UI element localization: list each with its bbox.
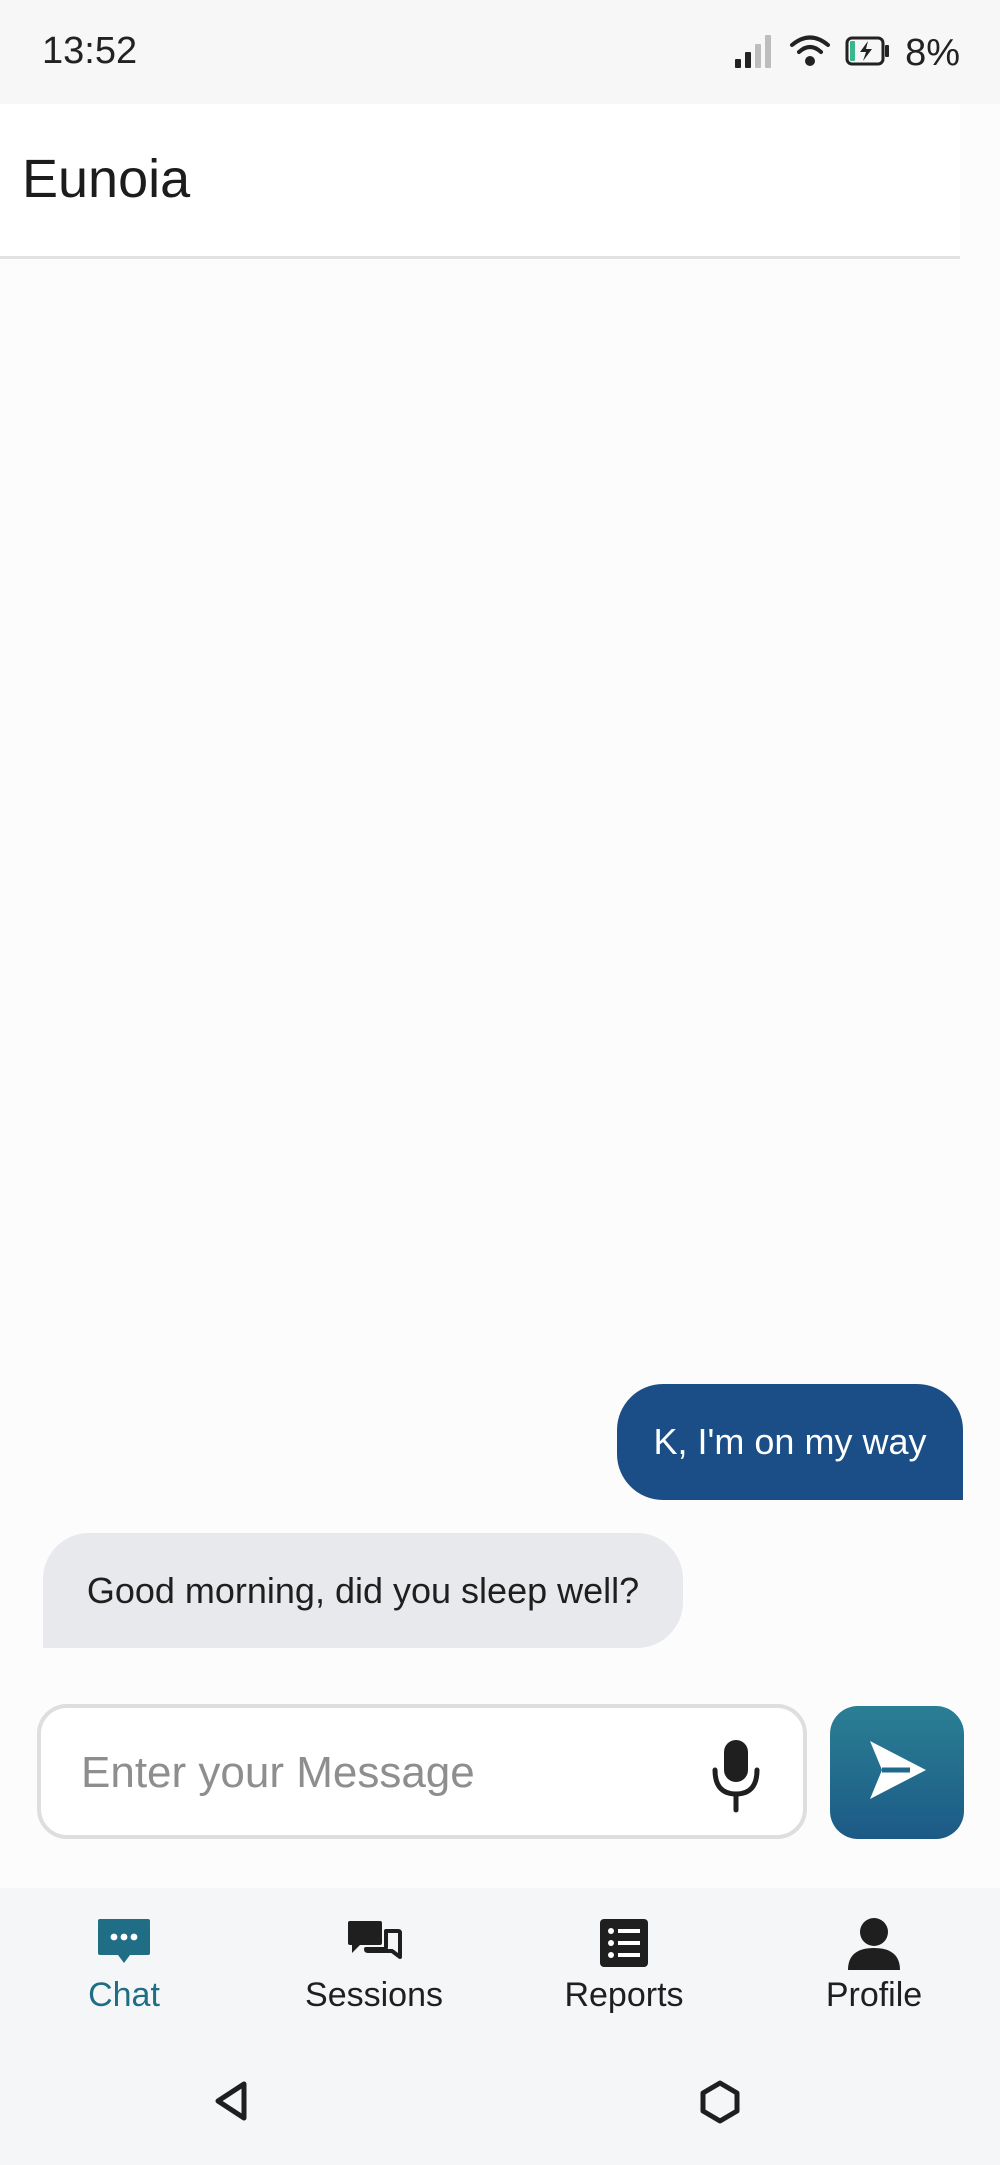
signal-icon: [733, 33, 775, 74]
nav-item-reports[interactable]: Reports: [524, 1914, 724, 2024]
message-text: Good morning, did you sleep well?: [86, 1569, 640, 1611]
status-bar: 13:52 8%: [0, 0, 1000, 104]
sessions-icon: [346, 1914, 402, 1972]
battery-percent: 8%: [905, 31, 960, 74]
message-bubble-received: Good morning, did you sleep well?: [43, 1533, 683, 1648]
send-button[interactable]: [830, 1706, 964, 1839]
message-input[interactable]: [79, 1740, 683, 1806]
profile-icon: [846, 1914, 902, 1972]
page-title: Eunoia: [22, 149, 191, 209]
nav-item-sessions[interactable]: Sessions: [274, 1914, 474, 2024]
reports-icon: [599, 1914, 649, 1972]
message-text: K, I'm on my way: [653, 1421, 927, 1462]
nav-label: Profile: [825, 1976, 923, 2014]
nav-item-profile[interactable]: Profile: [774, 1914, 974, 2024]
battery-charging-icon: [845, 35, 891, 72]
nav-label: Reports: [564, 1976, 684, 2014]
status-icons: 8%: [733, 30, 960, 76]
nav-label: Sessions: [305, 1976, 443, 2014]
system-navigation-bar: [0, 2048, 1000, 2165]
send-icon: [864, 1737, 930, 1808]
status-time: 13:52: [42, 30, 138, 72]
home-icon[interactable]: [698, 2080, 742, 2129]
wifi-icon: [789, 34, 831, 73]
back-icon[interactable]: [212, 2080, 252, 2127]
nav-label: Chat: [88, 1976, 160, 2014]
app-header: Eunoia: [0, 104, 960, 259]
nav-item-chat[interactable]: Chat: [24, 1914, 224, 2024]
message-bubble-sent: K, I'm on my way: [617, 1384, 963, 1500]
microphone-icon[interactable]: [706, 1738, 766, 1814]
message-input-container: [37, 1704, 807, 1839]
bottom-navigation: Chat Sessions Reports Profile: [0, 1888, 1000, 2048]
chat-icon: [96, 1914, 152, 1972]
